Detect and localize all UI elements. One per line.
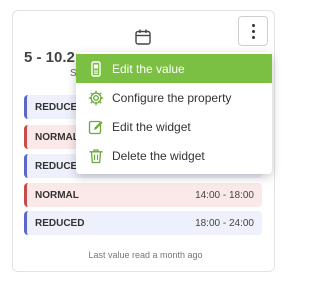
schedule-label: NORMAL [35,189,79,201]
menu-item-label: Configure the property [112,90,232,105]
menu-item-edit-value[interactable]: Edit the value [76,54,272,83]
kebab-dot [251,35,255,39]
calendar-icon[interactable] [134,28,152,46]
edit-icon [88,120,103,134]
menu-item-label: Edit the widget [112,119,191,134]
widget-context-menu: Edit the value Configure the property Ed… [76,52,272,174]
trash-icon [89,148,103,163]
last-read-status: Last value read a month ago [88,250,203,260]
schedule-label: NORMAL [35,131,79,143]
schedule-time: 14:00 - 18:00 [195,189,254,201]
kebab-dot [251,29,255,33]
schedule-row[interactable]: NORMAL 14:00 - 18:00 [24,183,262,207]
menu-item-delete-widget[interactable]: Delete the widget [76,141,272,170]
schedule-label: REDUCED [35,217,85,229]
schedule-row[interactable]: REDUCED 18:00 - 24:00 [24,211,262,235]
menu-item-label: Delete the widget [112,148,205,163]
kebab-dot [251,23,255,27]
menu-item-configure-property[interactable]: Configure the property [76,83,272,112]
remote-icon [91,60,101,77]
menu-item-edit-widget[interactable]: Edit the widget [76,112,272,141]
schedule-time: 18:00 - 24:00 [195,217,254,229]
menu-item-label: Edit the value [112,61,185,76]
value-range: 5 - 10.2 [24,49,75,66]
more-options-button[interactable] [238,16,268,46]
gear-icon [88,90,104,105]
